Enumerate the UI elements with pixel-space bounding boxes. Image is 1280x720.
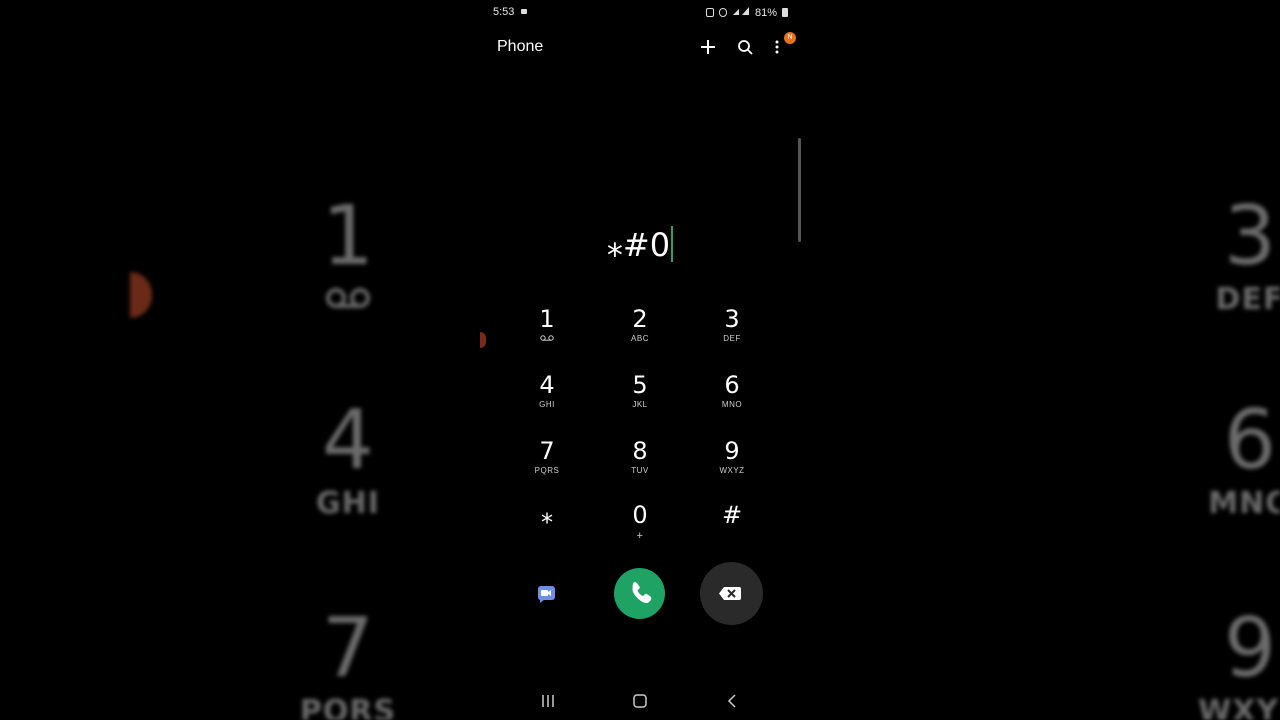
voicemail-icon	[501, 334, 593, 343]
video-call-button[interactable]	[534, 580, 560, 606]
background-key-3: 3 DEF	[1170, 189, 1280, 318]
key-digit: 2	[632, 305, 648, 333]
recents-icon	[542, 695, 554, 707]
key-letters: JKL	[632, 400, 648, 409]
backspace-icon	[719, 587, 741, 600]
background-right-panel: 3 DEF 6 MNO 9 WXYZ	[800, 0, 1280, 720]
key-4[interactable]: 4 GHI	[501, 372, 593, 432]
background-key-digit: 7	[321, 601, 375, 696]
key-letters: DEF	[723, 334, 741, 343]
more-options-button[interactable]: N	[764, 32, 796, 60]
status-time: 5:53	[493, 6, 515, 18]
edge-panel-handle[interactable]	[480, 332, 486, 348]
navigation-bar	[480, 684, 800, 720]
key-5[interactable]: 5 JKL	[594, 372, 686, 432]
key-digit: 6	[724, 371, 740, 399]
key-digit: 8	[632, 437, 648, 465]
dialed-number-field[interactable]: ⁎#0	[480, 226, 800, 264]
search-icon	[738, 40, 753, 55]
video-call-icon	[537, 586, 555, 603]
backspace-button[interactable]	[700, 562, 763, 625]
background-key-digit: 1	[321, 189, 375, 284]
home-icon	[633, 694, 647, 708]
search-button[interactable]	[732, 34, 758, 60]
background-key-letters: MNO	[1208, 486, 1280, 521]
key-digit: ⁎	[541, 501, 553, 529]
phone-screen: 5:53 81% Phone N ⁎#0 1 2 ABC 3 DEF 4 GHI…	[480, 0, 801, 720]
background-left-panel: 1 4 GHI 7 PQRS	[0, 0, 480, 720]
background-key-1: 1	[268, 196, 428, 317]
background-key-4: 4 GHI	[268, 393, 428, 522]
home-button[interactable]	[626, 692, 654, 710]
key-digit: 0	[632, 501, 648, 529]
app-title: Phone	[497, 38, 544, 55]
key-digit: 5	[632, 371, 648, 399]
key-star[interactable]: ⁎	[501, 502, 593, 562]
alarm-icon	[718, 8, 727, 17]
app-bar: Phone N	[480, 30, 800, 64]
key-letters: +	[636, 530, 644, 542]
key-letters: GHI	[539, 400, 555, 409]
background-key-digit: 6	[1223, 393, 1277, 488]
text-cursor	[671, 226, 674, 262]
background-key-digit: 9	[1223, 601, 1277, 696]
background-key-6: 6 MNO	[1170, 393, 1280, 522]
battery-percent: 81%	[754, 6, 777, 19]
background-indicator	[130, 272, 152, 318]
key-1[interactable]: 1	[501, 306, 593, 366]
key-letters: MNO	[721, 400, 743, 409]
key-digit: 7	[539, 437, 555, 465]
signal-icon	[732, 6, 750, 19]
key-letters: PQRS	[534, 466, 560, 475]
background-key-digit: 4	[321, 393, 375, 488]
key-7[interactable]: 7 PQRS	[501, 438, 593, 498]
background-key-letters: DEF	[1215, 282, 1280, 317]
back-button[interactable]	[718, 692, 746, 710]
voicemail-icon	[268, 282, 428, 317]
key-9[interactable]: 9 WXYZ	[686, 438, 778, 498]
background-key-letters: GHI	[316, 486, 380, 521]
key-digit: #	[721, 501, 743, 529]
background-key-letters: PQRS	[299, 694, 397, 720]
background-key-digit: 3	[1223, 189, 1277, 284]
key-digit: 9	[724, 437, 740, 465]
background-key-9: 9 WXYZ	[1170, 608, 1280, 720]
key-hash[interactable]: #	[686, 502, 778, 562]
key-digit: 1	[539, 305, 555, 333]
key-2[interactable]: 2 ABC	[594, 306, 686, 366]
key-letters: ABC	[631, 334, 649, 343]
lock-icon	[705, 8, 714, 17]
battery-icon	[782, 8, 788, 17]
key-8[interactable]: 8 TUV	[594, 438, 686, 498]
key-0[interactable]: 0 +	[594, 502, 686, 562]
key-letters: TUV	[631, 466, 649, 475]
add-contact-button[interactable]	[695, 34, 721, 60]
status-bar: 5:53 81%	[480, 0, 800, 24]
screen-record-icon	[521, 9, 527, 14]
key-6[interactable]: 6 MNO	[686, 372, 778, 432]
plus-icon	[701, 40, 715, 54]
key-digit: 3	[724, 305, 740, 333]
key-3[interactable]: 3 DEF	[686, 306, 778, 366]
status-icons: 81%	[705, 6, 788, 19]
notification-badge: N	[784, 32, 796, 44]
phone-icon	[632, 582, 652, 604]
key-letters: WXYZ	[719, 466, 745, 475]
call-button[interactable]	[614, 568, 665, 619]
dialed-number: ⁎#0	[606, 226, 671, 264]
background-key-letters: WXYZ	[1198, 694, 1280, 720]
key-digit: 4	[539, 371, 555, 399]
recent-apps-button[interactable]	[534, 692, 562, 710]
back-icon	[727, 694, 736, 708]
background-key-7: 7 PQRS	[268, 608, 428, 720]
